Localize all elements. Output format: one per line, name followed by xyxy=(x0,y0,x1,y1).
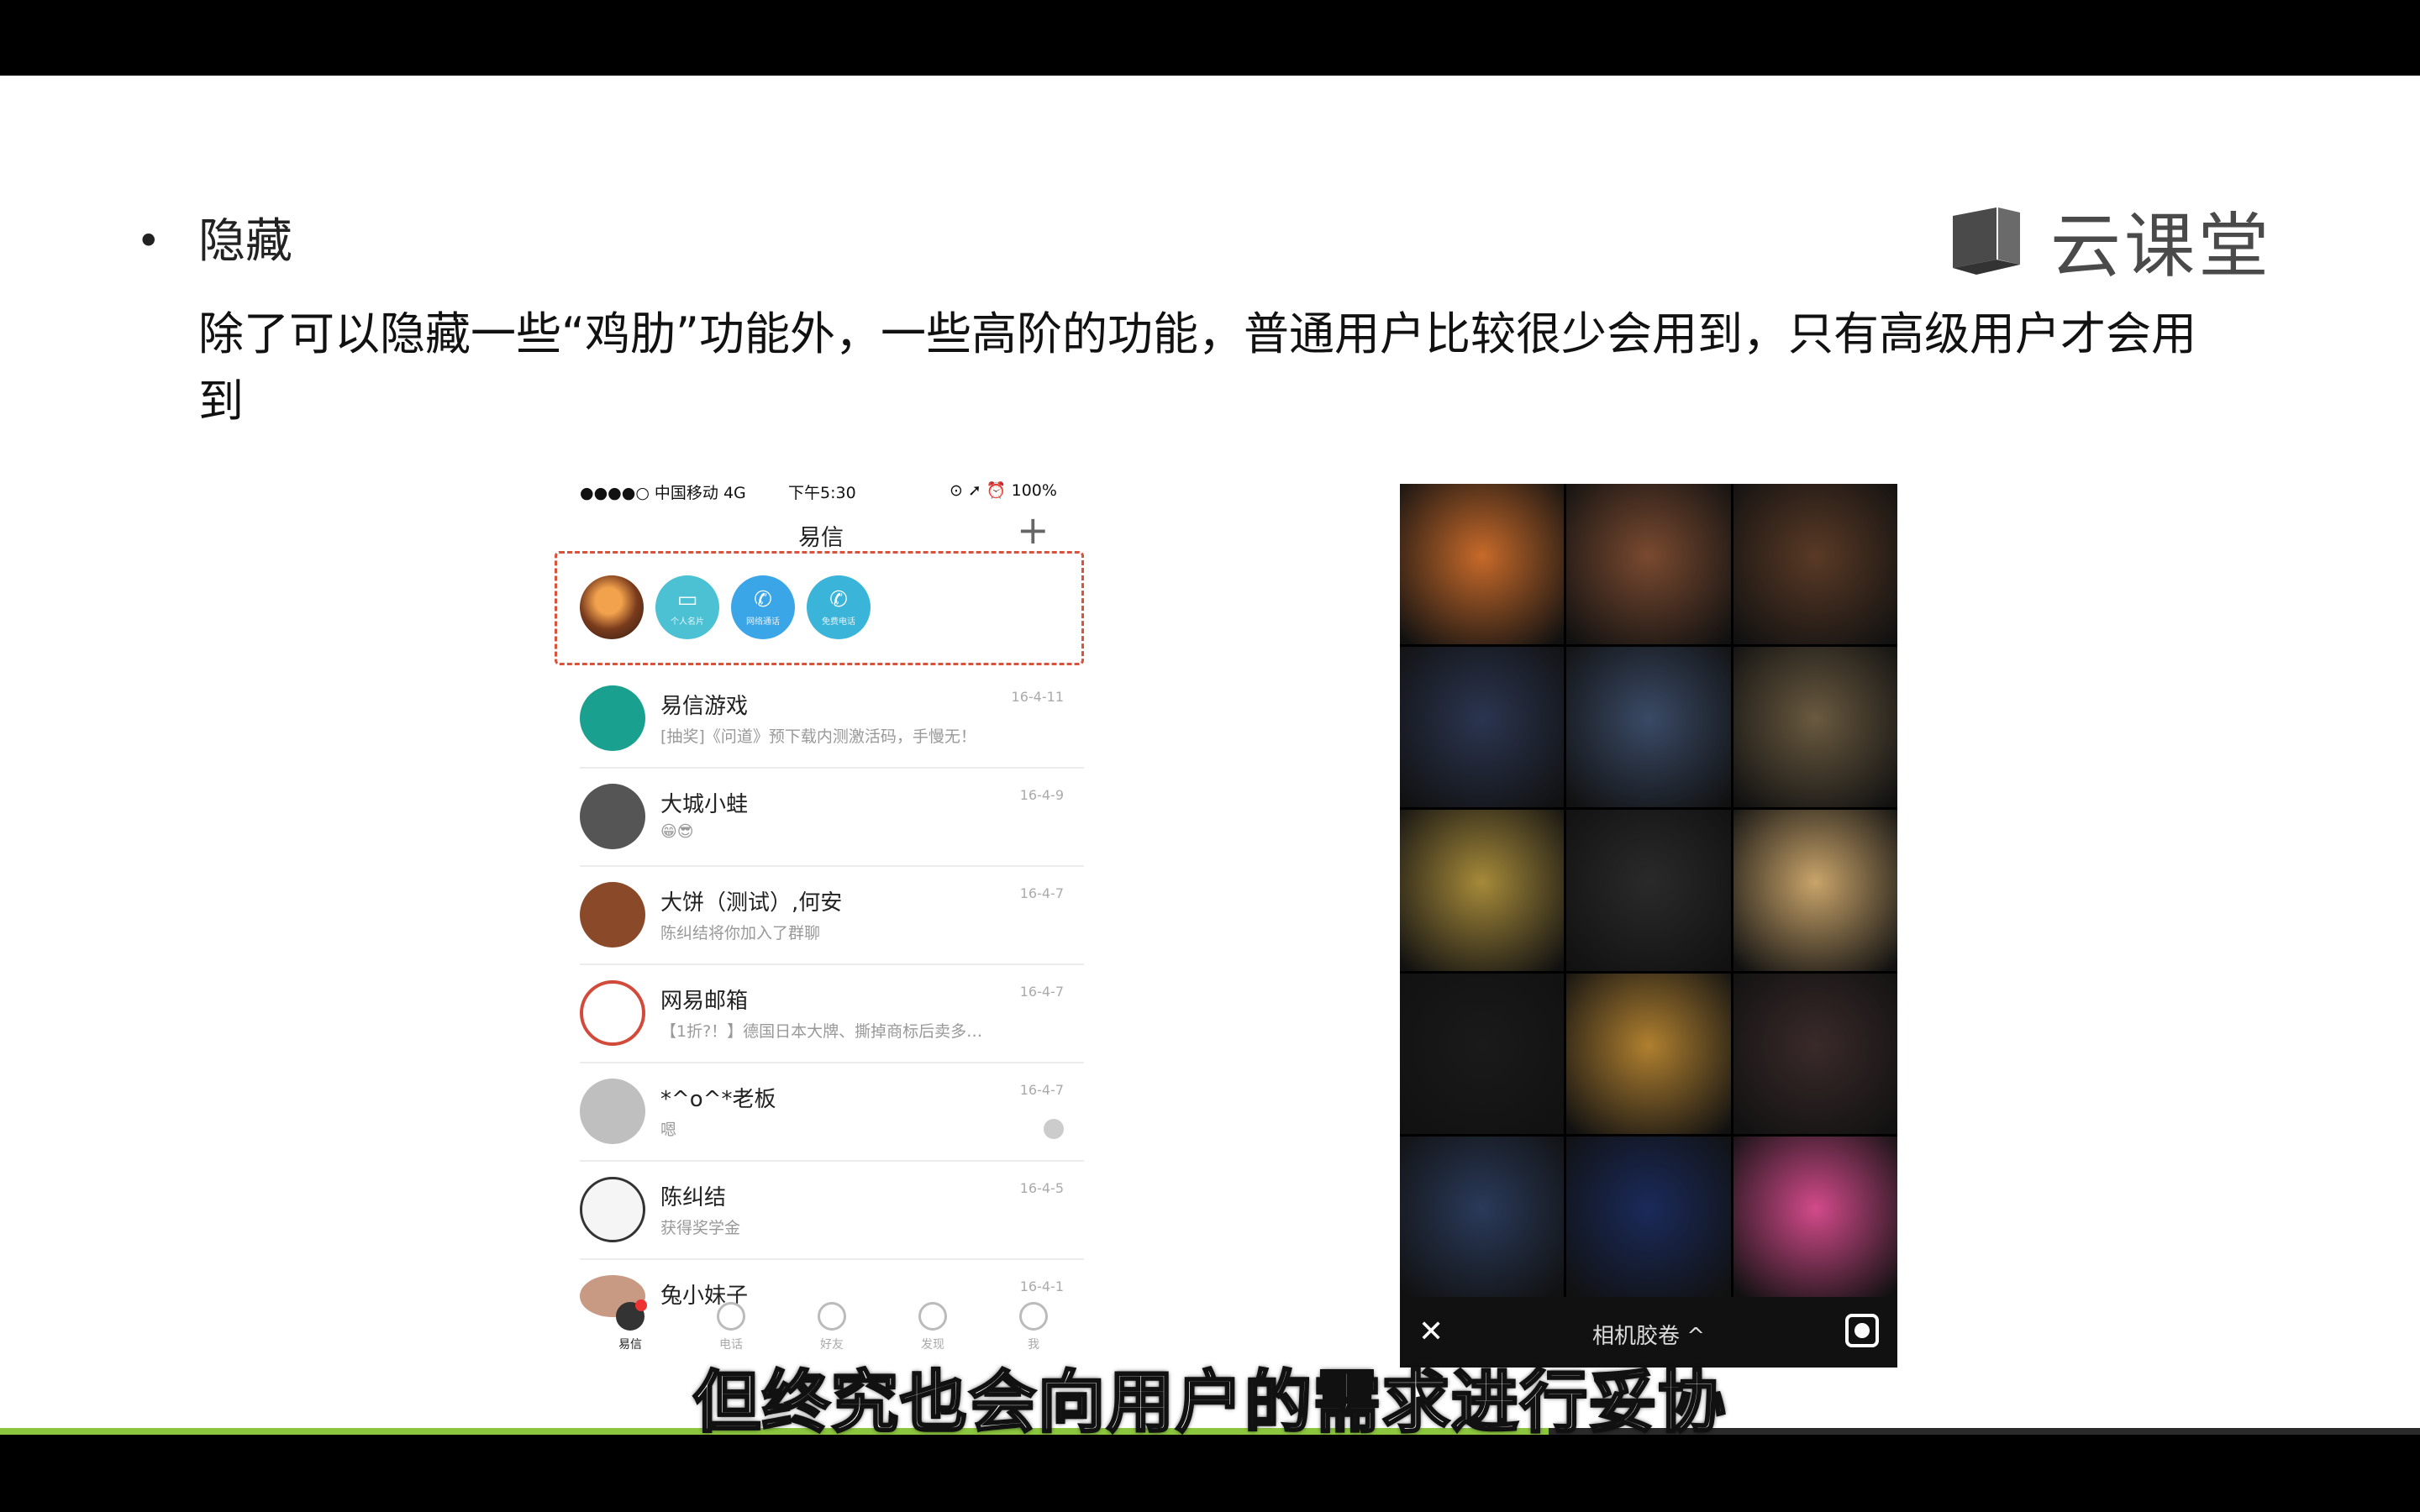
bullet: • xyxy=(136,217,161,265)
avatar xyxy=(580,685,645,751)
clock-text: 下午5:30 xyxy=(788,484,856,502)
mute-icon xyxy=(1044,1119,1064,1139)
list-item[interactable]: 易信游戏 [抽奖]《问道》预下载内测激活码，手慢无！ 16-4-11 xyxy=(580,670,1084,769)
avatar xyxy=(580,784,645,849)
phone-icon xyxy=(717,1302,745,1331)
avatar xyxy=(580,1079,645,1144)
photo-thumbnail[interactable] xyxy=(1566,484,1731,645)
photo-thumbnail[interactable] xyxy=(1733,810,1897,971)
chat-icon xyxy=(616,1299,647,1331)
photo-thumbnail[interactable] xyxy=(1566,973,1731,1134)
user-avatar[interactable] xyxy=(580,575,644,639)
avatar xyxy=(580,1177,645,1242)
wifi-call-icon: ✆ xyxy=(754,586,772,612)
contacts-icon xyxy=(818,1302,846,1331)
photo-thumbnail[interactable] xyxy=(1400,1136,1565,1297)
avatar xyxy=(580,882,645,948)
wifi-call-button[interactable]: ✆ 网络通话 xyxy=(731,575,795,639)
book-icon xyxy=(1953,207,2020,275)
photo-thumbnail[interactable] xyxy=(1400,484,1565,645)
video-subtitle: 但终究也会向用户的需求进行妥协 xyxy=(692,1362,1727,1443)
photo-thumbnail[interactable] xyxy=(1400,647,1565,808)
conversation-list: 易信游戏 [抽奖]《问道》预下载内测激活码，手慢无！ 16-4-11 大城小蛙 … xyxy=(580,670,1084,1317)
carrier-text: ●●●●○ 中国移动 4G xyxy=(580,484,746,502)
camera-icon[interactable] xyxy=(1845,1314,1879,1347)
yunketang-logo: 云课堂 xyxy=(1946,190,2272,291)
photo-grid xyxy=(1400,484,1897,1297)
photo-thumbnail[interactable] xyxy=(1566,810,1731,971)
photo-thumbnail[interactable] xyxy=(1733,973,1897,1134)
slide-description: 除了可以隐藏一些“鸡肋”功能外，一些高阶的功能，普通用户比较很少会用到，只有高级… xyxy=(198,307,2196,428)
list-item[interactable]: 陈纠结 获得奖学金 16-4-5 xyxy=(580,1162,1084,1260)
photo-thumbnail[interactable] xyxy=(1566,647,1731,808)
list-item[interactable]: 网易邮箱 【1折?！】德国日本大牌、撕掉商标后卖多… 16-4-7 xyxy=(580,965,1084,1063)
avatar xyxy=(580,980,645,1046)
battery-text: ⊙ ➚ ⏰ 100% xyxy=(950,481,1057,500)
card-button[interactable]: ▭ 个人名片 xyxy=(655,575,719,639)
profile-icon xyxy=(1019,1302,1048,1331)
logo-text: 云课堂 xyxy=(2050,205,2273,287)
list-item[interactable]: *^o^*老板 嗯 16-4-7 xyxy=(580,1063,1084,1162)
slide: • 隐藏 除了可以隐藏一些“鸡肋”功能外，一些高阶的功能，普通用户比较很少会用到… xyxy=(0,76,2420,1428)
compass-icon xyxy=(918,1302,947,1331)
photo-thumbnail[interactable] xyxy=(1733,484,1897,645)
photo-thumbnail[interactable] xyxy=(1733,647,1897,808)
photo-thumbnail[interactable] xyxy=(1400,810,1565,971)
photo-thumbnail[interactable] xyxy=(1400,973,1565,1134)
photo-gallery: ✕ 相机胶卷 ^ xyxy=(1400,484,1897,1368)
phone-screenshot: ●●●●○ 中国移动 4G 下午5:30 ⊙ ➚ ⏰ 100% 易信 + ▭ 个… xyxy=(546,403,1084,1369)
slide-heading: 隐藏 xyxy=(198,214,292,269)
status-bar: ●●●●○ 中国移动 4G 下午5:30 ⊙ ➚ ⏰ 100% xyxy=(580,480,1067,506)
quick-actions: ▭ 个人名片 ✆ 网络通话 ✆ 免费电话 xyxy=(580,575,882,639)
card-icon: ▭ xyxy=(676,586,698,612)
free-call-button[interactable]: ✆ 免费电话 xyxy=(807,575,871,639)
photo-thumbnail[interactable] xyxy=(1733,1136,1897,1297)
album-title[interactable]: 相机胶卷 ^ xyxy=(1400,1319,1897,1350)
phone-icon: ✆ xyxy=(829,586,848,612)
nav-title: 易信 xyxy=(798,525,844,551)
photo-thumbnail[interactable] xyxy=(1566,1136,1731,1297)
list-item[interactable]: 大城小蛙 😁😎 16-4-9 xyxy=(580,769,1084,867)
list-item[interactable]: 大饼（测试）,何安 陈纠结将你加入了群聊 16-4-7 xyxy=(580,867,1084,965)
add-icon[interactable]: + xyxy=(1017,511,1050,549)
